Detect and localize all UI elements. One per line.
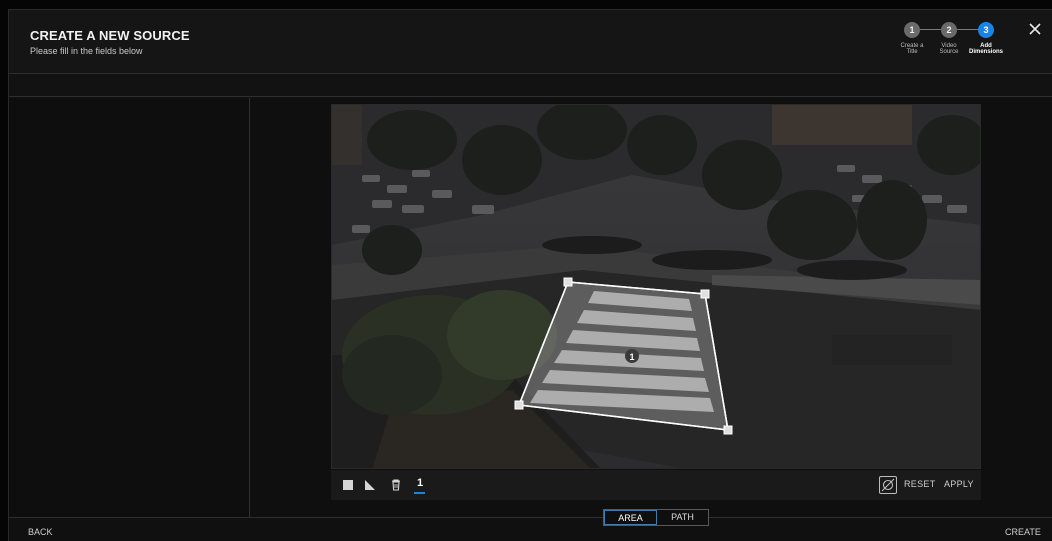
close-icon-glyph (1029, 23, 1041, 35)
eye-off-icon[interactable] (879, 476, 897, 494)
modal-window: CREATE A NEW SOURCE Please fill in the f… (8, 9, 1052, 541)
step-1-label: Create a Title (895, 43, 929, 55)
area-vertex-handle[interactable] (723, 425, 733, 435)
step-2-circle[interactable]: 2 (941, 22, 957, 38)
step-1-circle[interactable]: 1 (904, 22, 920, 38)
triangle-ruler-icon[interactable] (363, 478, 377, 492)
footer-bar: BACK CREATE (9, 517, 1052, 541)
area-vertex-handle[interactable] (700, 289, 710, 299)
square-icon-glyph (343, 480, 353, 490)
square-icon[interactable] (341, 478, 355, 492)
trash-icon[interactable] (389, 478, 403, 492)
drawing-toolbar: 1 RESET APPLY (331, 470, 981, 500)
create-button[interactable]: CREATE (1005, 527, 1041, 537)
step-3-label-line2: Dimensions (969, 49, 1004, 55)
triangle-ruler-icon-glyph (365, 480, 375, 490)
close-icon[interactable] (1026, 22, 1044, 40)
back-button[interactable]: BACK (28, 527, 53, 537)
area-vertex-handle[interactable] (514, 400, 524, 410)
step-3-circle[interactable]: 3 (978, 22, 994, 38)
page-subtitle: Please fill in the fields below (30, 46, 143, 56)
page-title: CREATE A NEW SOURCE (30, 28, 190, 43)
step-2-label: Video Source (932, 43, 966, 55)
area-tab-indicator (414, 492, 425, 494)
trash-icon-glyph (392, 479, 400, 491)
sub-header-bar (9, 75, 1052, 97)
step-2-label-line2: Source (939, 49, 959, 55)
camera-scene: 1 (332, 105, 980, 468)
mode-area-button[interactable]: AREA (604, 510, 657, 525)
apply-button[interactable]: APPLY (944, 479, 974, 489)
area-label-text: 1 (629, 352, 634, 362)
area-tab-1[interactable]: 1 (415, 477, 425, 489)
mode-switch: AREA PATH (603, 509, 709, 526)
left-panel (9, 98, 250, 517)
camera-view[interactable]: 1 (331, 104, 981, 469)
step-1-label-line2: Title (906, 49, 918, 55)
step-connector (920, 29, 941, 30)
step-3-label: Add Dimensions (969, 43, 1003, 55)
step-connector (957, 29, 978, 30)
reset-button[interactable]: RESET (904, 479, 936, 489)
eye-off-icon-glyph (881, 478, 895, 492)
header: CREATE A NEW SOURCE Please fill in the f… (9, 10, 1052, 74)
area-vertex-handle[interactable] (563, 277, 573, 287)
stepper: 1 2 3 Create a Title Video Source Add Di… (895, 22, 1015, 70)
mode-path-button[interactable]: PATH (657, 510, 708, 525)
